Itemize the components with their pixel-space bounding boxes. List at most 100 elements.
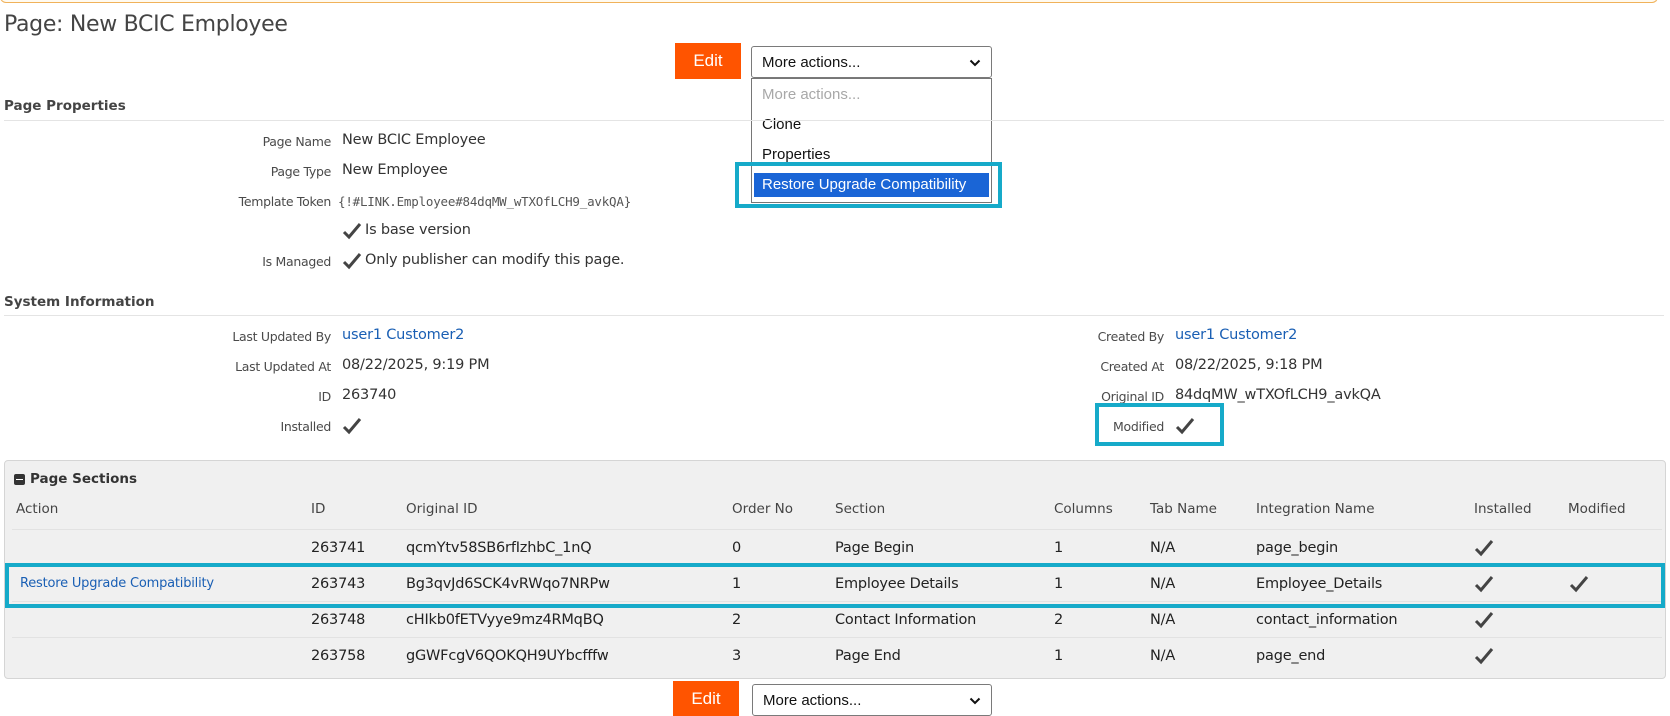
column-header-id: ID xyxy=(311,501,326,517)
row-columns: 1 xyxy=(1054,576,1064,592)
row-integration-name: Employee_Details xyxy=(1256,576,1383,592)
row-id: 263741 xyxy=(311,540,366,556)
page-sections-heading: Page Sections xyxy=(30,471,138,487)
row-original-id: cHIkb0fETVyye9mz4RMqBQ xyxy=(406,612,604,628)
row-installed xyxy=(1474,638,1498,674)
row-id: 263748 xyxy=(311,612,366,628)
page-type-label: Page Type xyxy=(270,164,332,179)
base-version-text: Is base version xyxy=(365,222,471,238)
modified-label: Modified xyxy=(1113,419,1164,434)
checkmark-icon xyxy=(342,222,362,240)
row-order-no: 0 xyxy=(732,540,742,556)
created-by-label: Created By xyxy=(1097,329,1165,344)
row-tab-name: N/A xyxy=(1150,612,1176,628)
created-at-value: 08/22/2025, 9:18 PM xyxy=(1175,357,1323,373)
table-row: 263758 gGWFcgV6QOKQH9UYbcfffw 3 Page End… xyxy=(12,637,1662,673)
checkmark-icon xyxy=(1474,611,1494,629)
template-token-value: {!#LINK.Employee#84dqMW_wTXOfLCH9_avkQA} xyxy=(338,194,632,209)
checkmark-icon xyxy=(1474,647,1494,665)
column-header-order-no: Order No xyxy=(732,501,794,517)
last-updated-at-label: Last Updated At xyxy=(235,359,331,374)
page-name-label: Page Name xyxy=(262,134,332,149)
row-id: 263743 xyxy=(311,576,366,592)
more-actions-select-top[interactable]: More actions... xyxy=(751,46,992,78)
row-integration-name: page_end xyxy=(1256,648,1326,664)
created-by-link[interactable]: user1 Customer2 xyxy=(1175,327,1297,343)
row-original-id: gGWFcgV6QOKQH9UYbcfffw xyxy=(406,648,609,664)
checkmark-icon xyxy=(342,417,362,435)
column-header-installed: Installed xyxy=(1474,501,1532,517)
row-original-id: Bg3qvJd6SCK4vRWqo7NRPw xyxy=(406,576,610,592)
row-original-id: qcmYtv58SB6rfIzhbC_1nQ xyxy=(406,540,592,556)
section-divider xyxy=(4,315,1664,316)
row-section: Employee Details xyxy=(835,576,959,592)
column-header-tab-name: Tab Name xyxy=(1150,501,1217,517)
minus-square-icon[interactable] xyxy=(14,473,25,485)
is-managed-text: Only publisher can modify this page. xyxy=(365,252,625,268)
more-actions-dropdown: More actions... Clone Properties Restore… xyxy=(751,78,992,203)
chevron-down-icon xyxy=(969,56,981,68)
row-modified xyxy=(1569,566,1593,602)
notification-bar xyxy=(0,0,1658,3)
column-header-modified: Modified xyxy=(1568,501,1626,517)
row-section: Page Begin xyxy=(835,540,915,556)
page-sections-panel: Page Sections Action ID Original ID Orde… xyxy=(4,460,1666,679)
page-name-value: New BCIC Employee xyxy=(342,132,486,148)
checkmark-icon xyxy=(1569,575,1589,593)
row-installed xyxy=(1474,530,1498,566)
column-header-section: Section xyxy=(835,501,886,517)
row-section: Contact Information xyxy=(835,612,977,628)
row-installed xyxy=(1474,602,1498,638)
table-row: 263741 qcmYtv58SB6rfIzhbC_1nQ 0 Page Beg… xyxy=(12,529,1662,565)
dropdown-option-clone[interactable]: Clone xyxy=(762,113,801,137)
table-row: 263748 cHIkb0fETVyye9mz4RMqBQ 2 Contact … xyxy=(12,601,1662,637)
row-id: 263758 xyxy=(311,648,366,664)
page-sections-toggle[interactable]: Page Sections xyxy=(14,471,137,487)
dropdown-option-properties[interactable]: Properties xyxy=(762,143,830,167)
row-order-no: 2 xyxy=(732,612,742,628)
original-id-value: 84dqMW_wTXOfLCH9_avkQA xyxy=(1175,387,1381,403)
last-updated-at-value: 08/22/2025, 9:19 PM xyxy=(342,357,490,373)
checkmark-icon xyxy=(342,252,362,270)
column-header-action: Action xyxy=(16,501,59,517)
installed-label: Installed xyxy=(280,419,331,434)
row-columns: 2 xyxy=(1054,612,1064,628)
edit-button-bottom[interactable]: Edit xyxy=(673,681,739,716)
section-divider xyxy=(4,120,1664,121)
chevron-down-icon xyxy=(969,694,981,706)
column-header-original-id: Original ID xyxy=(406,501,478,517)
page-properties-heading: Page Properties xyxy=(4,98,126,114)
page-type-value: New Employee xyxy=(342,162,448,178)
more-actions-value: More actions... xyxy=(763,691,862,709)
row-order-no: 1 xyxy=(732,576,742,592)
row-tab-name: N/A xyxy=(1150,540,1176,556)
row-action-link[interactable]: Restore Upgrade Compatibility xyxy=(20,566,214,602)
row-integration-name: contact_information xyxy=(1256,612,1398,628)
column-header-columns: Columns xyxy=(1054,501,1113,517)
row-installed xyxy=(1474,566,1498,602)
edit-button-top[interactable]: Edit xyxy=(675,43,741,79)
row-integration-name: page_begin xyxy=(1256,540,1339,556)
last-updated-by-link[interactable]: user1 Customer2 xyxy=(342,327,464,343)
id-value: 263740 xyxy=(342,387,397,403)
table-row: Restore Upgrade Compatibility 263743 Bg3… xyxy=(12,565,1662,601)
page-title: Page: New BCIC Employee xyxy=(4,12,288,37)
dropdown-option-placeholder: More actions... xyxy=(762,86,861,103)
row-tab-name: N/A xyxy=(1150,648,1176,664)
system-information-heading: System Information xyxy=(4,294,155,310)
row-columns: 1 xyxy=(1054,540,1064,556)
more-actions-value: More actions... xyxy=(762,53,861,71)
is-managed-label: Is Managed xyxy=(262,254,331,269)
id-label: ID xyxy=(318,389,331,404)
checkmark-icon xyxy=(1474,575,1494,593)
checkmark-icon xyxy=(1474,539,1494,557)
row-order-no: 3 xyxy=(732,648,742,664)
row-columns: 1 xyxy=(1054,648,1064,664)
template-token-label: Template Token xyxy=(238,194,332,209)
row-section: Page End xyxy=(835,648,901,664)
column-header-integration-name: Integration Name xyxy=(1256,501,1375,517)
checkmark-icon xyxy=(1175,417,1195,435)
row-tab-name: N/A xyxy=(1150,576,1176,592)
more-actions-select-bottom[interactable]: More actions... xyxy=(752,684,992,716)
dropdown-option-restore-upgrade-compatibility[interactable]: Restore Upgrade Compatibility xyxy=(754,173,989,197)
